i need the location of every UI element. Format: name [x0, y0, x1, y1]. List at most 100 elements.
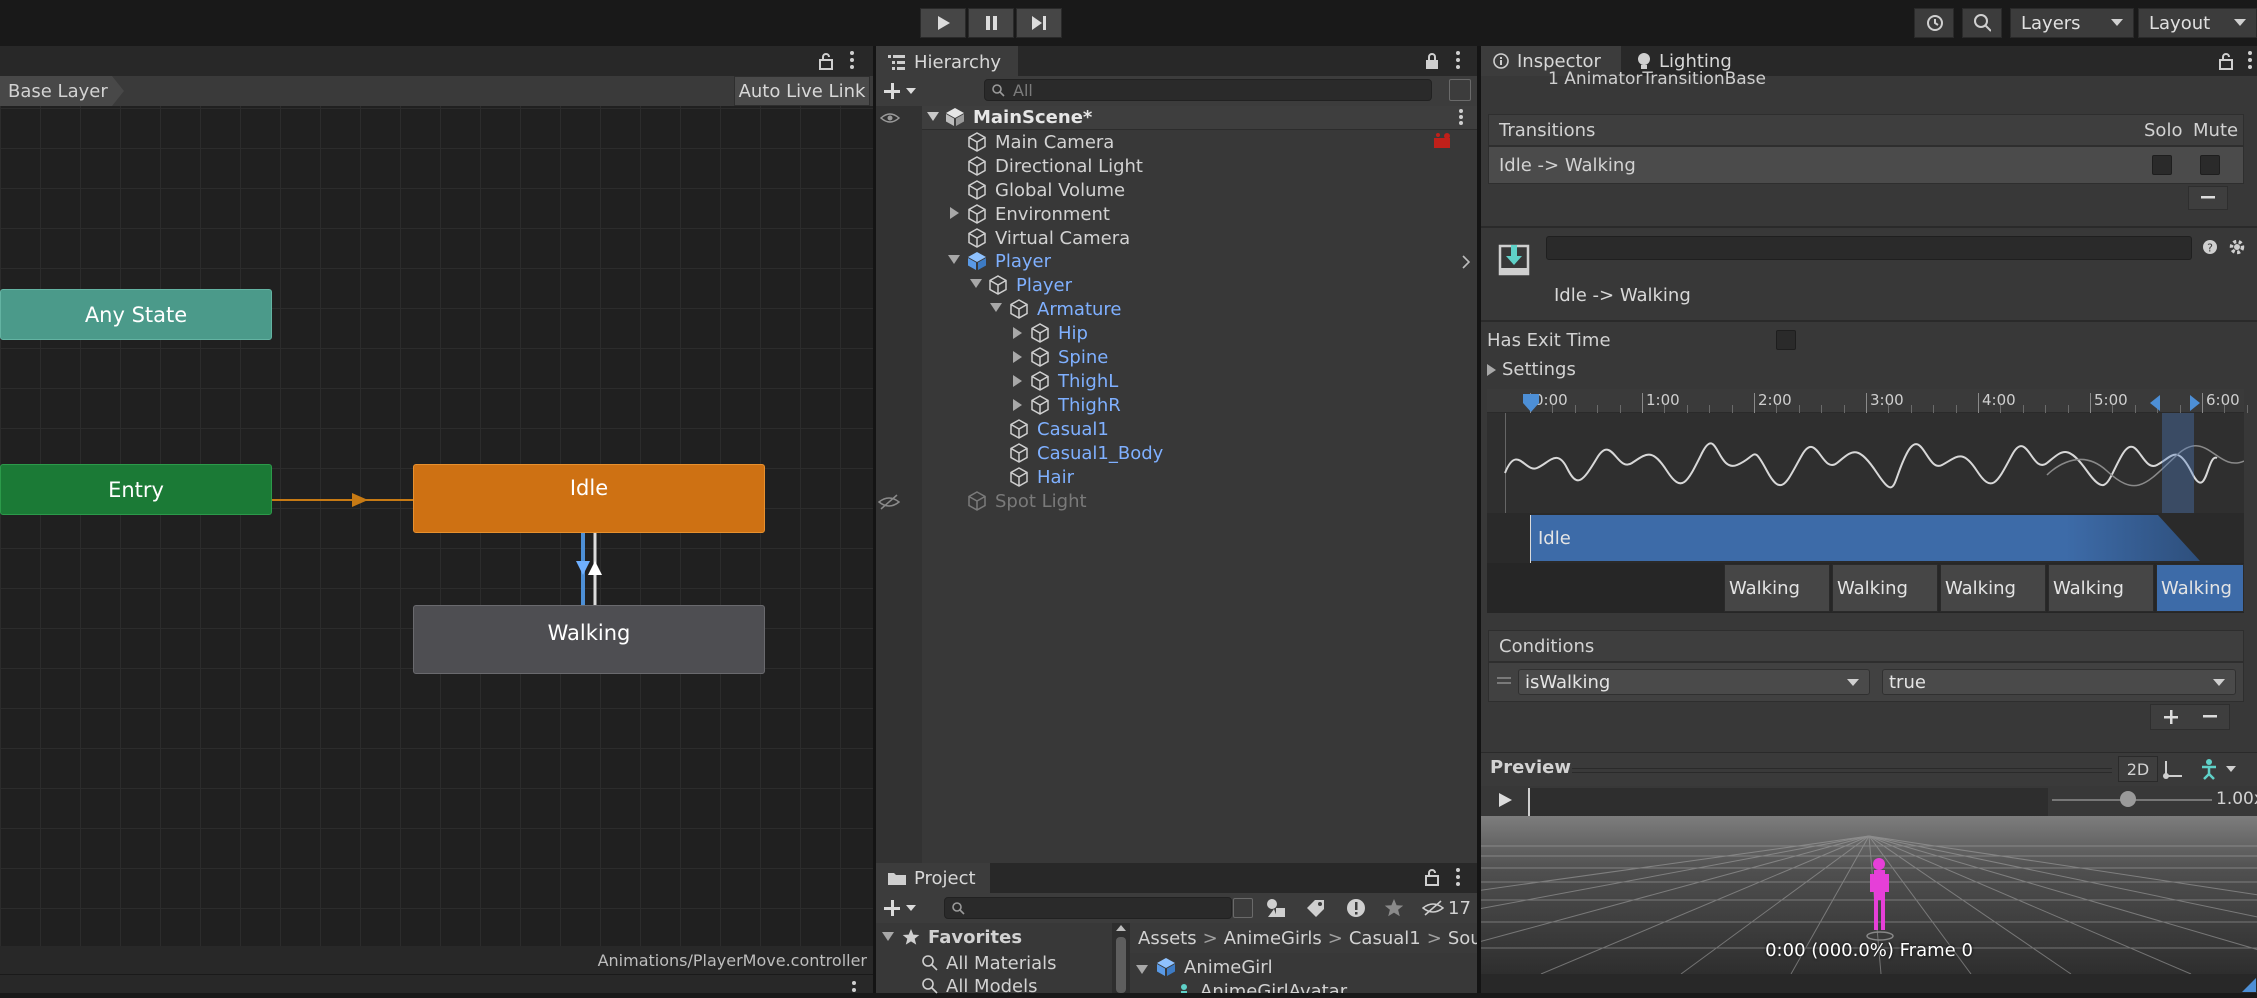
expand-down-icon[interactable]: [948, 255, 960, 265]
play-button[interactable]: [920, 8, 966, 38]
has-exit-time-checkbox[interactable]: [1776, 330, 1796, 350]
expand-down-icon[interactable]: [882, 932, 894, 942]
resize-handle-icon[interactable]: [2242, 978, 2256, 992]
walking-segment[interactable]: Walking: [2048, 564, 2154, 612]
expand-right-icon[interactable]: [1013, 375, 1023, 387]
kebab-menu-icon[interactable]: [848, 50, 856, 70]
settings-foldout[interactable]: Settings: [1502, 359, 1576, 380]
entry-node[interactable]: Entry: [0, 464, 272, 515]
kebab-menu-icon[interactable]: [2246, 50, 2254, 70]
kebab-menu-icon[interactable]: [1458, 108, 1464, 126]
hierarchy-item-prefab[interactable]: Player: [967, 249, 1051, 273]
expand-down-icon[interactable]: [1136, 965, 1148, 975]
history-button[interactable]: [1914, 8, 1954, 38]
play-icon[interactable]: [1496, 791, 1514, 809]
project-search-input[interactable]: [944, 897, 1232, 919]
search-scope-button[interactable]: [1233, 898, 1253, 918]
entry-transition-arrow[interactable]: [272, 490, 414, 510]
plus-icon[interactable]: [2163, 709, 2179, 725]
transition-range-handles[interactable]: [2150, 393, 2200, 413]
hierarchy-item[interactable]: Main Camera: [967, 130, 1114, 154]
breadcrumb-item[interactable]: Sour: [1448, 928, 1477, 949]
favorite-item[interactable]: All Materials: [922, 951, 1057, 975]
idle-clip-bar[interactable]: Idle: [1530, 515, 2200, 561]
kebab-menu-icon[interactable]: [1454, 867, 1462, 887]
condition-value-dropdown[interactable]: true: [1882, 669, 2236, 695]
minus-icon[interactable]: [2203, 715, 2217, 719]
search-scope-button[interactable]: [1449, 79, 1471, 101]
asset-item[interactable]: AnimeGirl: [1156, 955, 1273, 979]
idle-walking-transition-arrows[interactable]: [574, 533, 604, 605]
avatar-preview-icon[interactable]: [2198, 758, 2238, 780]
solo-checkbox[interactable]: [2152, 155, 2172, 175]
breadcrumb-item[interactable]: Assets: [1138, 928, 1197, 949]
hierarchy-item[interactable]: Environment: [967, 202, 1110, 226]
favorite-item[interactable]: All Models: [922, 974, 1037, 998]
preview-playhead[interactable]: [1528, 788, 1530, 816]
hierarchy-item[interactable]: Virtual Camera: [967, 226, 1130, 250]
expand-right-icon[interactable]: [950, 207, 960, 219]
asset-item[interactable]: AnimeGirlAvatar: [1176, 979, 1347, 993]
scrollbar-thumb[interactable]: [1116, 937, 1126, 993]
help-icon[interactable]: ?: [2202, 238, 2218, 256]
hierarchy-item-prefab[interactable]: Armature: [1009, 297, 1122, 321]
layout-dropdown[interactable]: Layout: [2138, 8, 2257, 38]
expand-down-icon[interactable]: [990, 303, 1002, 313]
expand-right-icon[interactable]: [1487, 364, 1497, 376]
walking-segment[interactable]: Walking: [1940, 564, 2046, 612]
hierarchy-item-disabled[interactable]: Spot Light: [967, 489, 1087, 513]
walking-segment[interactable]: Walking: [2156, 564, 2244, 612]
expand-right-icon[interactable]: [1013, 351, 1023, 363]
expand-right-icon[interactable]: [1013, 399, 1023, 411]
hierarchy-item-prefab[interactable]: Spine: [1030, 345, 1108, 369]
idle-node[interactable]: Idle: [413, 464, 765, 533]
pause-button[interactable]: [968, 8, 1014, 38]
camera-gizmo-icon[interactable]: [1432, 132, 1454, 150]
hierarchy-item-prefab[interactable]: Hair: [1009, 465, 1074, 489]
hidden-packages-toggle[interactable]: 17: [1422, 896, 1471, 920]
chevron-right-icon[interactable]: [1462, 255, 1470, 269]
breadcrumb-item[interactable]: AnimeGirls: [1224, 928, 1322, 949]
breadcrumb[interactable]: Base Layer: [0, 76, 124, 106]
hierarchy-item-prefab[interactable]: Hip: [1030, 321, 1088, 345]
hierarchy-search-input[interactable]: All: [984, 79, 1432, 101]
preview-2d-button[interactable]: 2D: [2118, 756, 2158, 782]
preview-viewport[interactable]: 0:00 (000.0%) Frame 0: [1481, 816, 2257, 974]
walking-segment[interactable]: Walking: [1832, 564, 1938, 612]
expand-right-icon[interactable]: [1013, 327, 1023, 339]
eye-icon[interactable]: [880, 112, 900, 124]
favorites-header[interactable]: Favorites: [902, 925, 1022, 949]
condition-parameter-dropdown[interactable]: isWalking: [1518, 669, 1870, 695]
expand-down-icon[interactable]: [927, 112, 939, 122]
layers-dropdown[interactable]: Layers: [2010, 8, 2134, 38]
settings-gear-icon[interactable]: [2228, 238, 2246, 256]
drag-handle-icon[interactable]: [1497, 676, 1511, 686]
add-object-button[interactable]: [884, 80, 924, 102]
preview-drag-bar[interactable]: [1572, 768, 2112, 773]
remove-transition-button[interactable]: [2188, 186, 2228, 210]
label-tag-icon[interactable]: [1306, 899, 1326, 917]
auto-live-link-button[interactable]: Auto Live Link: [734, 76, 870, 106]
pivot-icon[interactable]: [2160, 758, 2186, 780]
hierarchy-item-prefab[interactable]: Player: [988, 273, 1072, 297]
preview-timeline[interactable]: [1528, 788, 2048, 816]
lock-icon[interactable]: [818, 52, 834, 70]
hierarchy-item-prefab[interactable]: Casual1: [1009, 417, 1109, 441]
mute-checkbox[interactable]: [2200, 155, 2220, 175]
speed-slider-thumb[interactable]: [2120, 791, 2136, 807]
kebab-menu-icon[interactable]: [850, 980, 858, 993]
hierarchy-item-prefab[interactable]: ThighR: [1030, 393, 1121, 417]
hierarchy-item-prefab[interactable]: Casual1_Body: [1009, 441, 1163, 465]
tab-project[interactable]: Project: [876, 863, 990, 893]
create-asset-button[interactable]: [884, 897, 924, 919]
tab-hierarchy[interactable]: Hierarchy: [876, 46, 1018, 76]
project-scrollbar[interactable]: [1112, 923, 1130, 993]
any-state-node[interactable]: Any State: [0, 289, 272, 340]
scene-row[interactable]: MainScene*: [945, 105, 1092, 129]
kebab-menu-icon[interactable]: [1454, 50, 1462, 70]
filter-by-type-icon[interactable]: [1266, 898, 1288, 918]
timeline-start-marker-icon[interactable]: [1522, 393, 1540, 413]
scroll-up-icon[interactable]: [1112, 923, 1130, 933]
transition-name-field[interactable]: [1546, 236, 2192, 260]
search-button[interactable]: [1962, 8, 2002, 38]
